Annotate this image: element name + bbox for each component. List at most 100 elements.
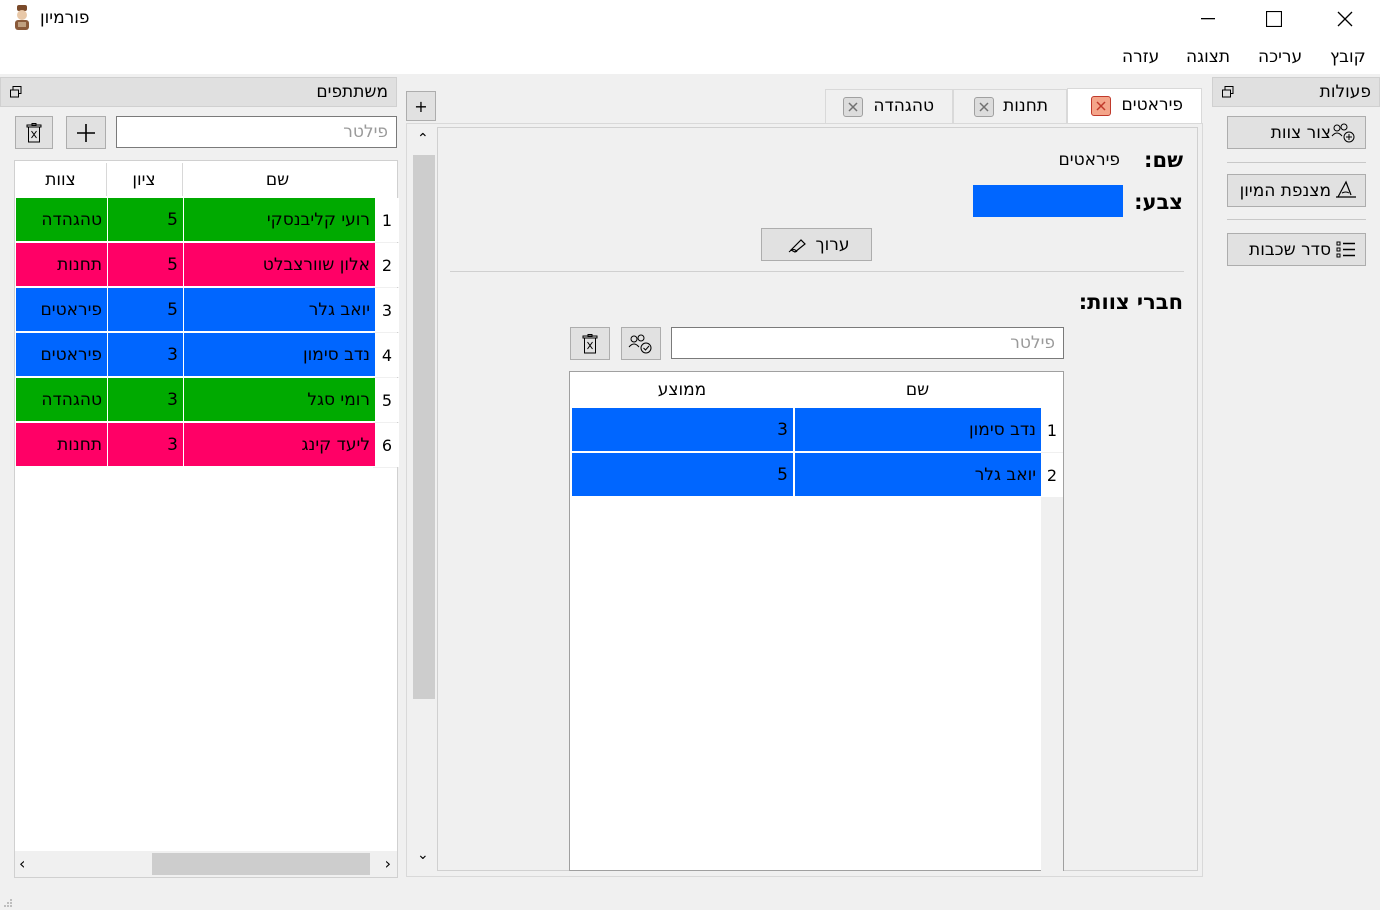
add-member-button[interactable] <box>621 327 661 360</box>
row-number: 5 <box>375 378 399 422</box>
participants-panel-title: משתתפים <box>316 82 388 102</box>
tab-close-icon[interactable] <box>843 97 863 117</box>
maximize-button[interactable] <box>1251 0 1297 38</box>
participant-name-cell[interactable]: יואב גלר <box>184 288 375 332</box>
participant-score-cell[interactable]: 5 <box>108 243 183 287</box>
group-add-icon <box>628 334 652 353</box>
team-name-label: שם: <box>1144 148 1183 172</box>
table-row[interactable]: 2 אלון שוורצבלט 5 תחנות <box>15 243 399 288</box>
team-color-label: צבע: <box>1134 190 1183 214</box>
edit-pen-icon <box>788 238 806 253</box>
menu-view[interactable]: תצוגה <box>1186 47 1230 67</box>
row-number: 1 <box>1041 408 1063 452</box>
row-number: 3 <box>375 288 399 332</box>
participant-team-cell[interactable]: טהגהדה <box>16 198 107 242</box>
edit-team-button[interactable]: ערוך <box>761 228 872 261</box>
menu-help[interactable]: עזרה <box>1122 47 1159 67</box>
participant-score-cell[interactable]: 5 <box>108 288 183 332</box>
table-row[interactable]: 1 נדב סימון 3 <box>570 408 1063 453</box>
participant-name-cell[interactable]: נדב סימון <box>184 333 375 377</box>
actions-panel-title: פעולות <box>1319 82 1371 102</box>
row-number: 4 <box>375 333 399 377</box>
vertical-scrollbar[interactable]: ⌃ ⌄ <box>409 127 437 871</box>
scroll-up-icon[interactable]: ⌃ <box>417 131 429 147</box>
float-panel-icon[interactable] <box>1222 86 1234 98</box>
participant-name-cell[interactable]: ליעד קינג <box>184 423 375 467</box>
actions-panel-header: פעולות <box>1212 77 1380 107</box>
table-row[interactable]: 3 יואב גלר 5 פיראטים <box>15 288 399 333</box>
row-number: 1 <box>375 198 399 242</box>
column-header-name[interactable]: שם <box>182 161 373 198</box>
team-name-value: פיראטים <box>1058 150 1120 170</box>
participant-team-cell[interactable]: תחנות <box>16 423 107 467</box>
participant-name-cell[interactable]: אלון שוורצבלט <box>184 243 375 287</box>
participant-score-cell[interactable]: 3 <box>108 333 183 377</box>
participant-score-cell[interactable]: 3 <box>108 378 183 422</box>
table-row[interactable]: 4 נדב סימון 3 פיראטים <box>15 333 399 378</box>
participant-name-cell[interactable]: רומי סגל <box>184 378 375 422</box>
create-team-label: צור צוות <box>1270 123 1331 143</box>
team-color-swatch[interactable] <box>973 185 1123 217</box>
tab-label: תחנות <box>1003 96 1048 116</box>
team-members-label: חברי צוות: <box>1078 290 1183 314</box>
resize-grip-icon[interactable] <box>3 898 13 908</box>
plus-icon <box>77 123 95 142</box>
tab-stations[interactable]: תחנות <box>953 89 1067 123</box>
scroll-down-icon[interactable]: ⌄ <box>417 847 429 863</box>
column-header-team[interactable]: צוות <box>15 161 106 198</box>
remove-member-button[interactable] <box>570 327 610 360</box>
tab-close-icon[interactable] <box>1091 96 1111 116</box>
scroll-left-icon[interactable]: ‹ <box>19 854 25 873</box>
delete-participant-button[interactable] <box>15 116 53 149</box>
scrollbar-thumb[interactable] <box>152 853 370 875</box>
edit-label: ערוך <box>815 234 850 255</box>
table-row[interactable]: 2 יואב גלר 5 <box>570 453 1063 498</box>
tab-close-icon[interactable] <box>974 97 994 117</box>
column-header-name[interactable]: שם <box>794 372 1041 408</box>
create-team-button[interactable]: צור צוות <box>1227 116 1366 149</box>
wizard-hat-icon <box>1336 180 1356 198</box>
title-bar: פורמיון <box>0 0 1380 40</box>
participant-team-cell[interactable]: תחנות <box>16 243 107 287</box>
menu-file[interactable]: קובץ <box>1330 47 1366 67</box>
horizontal-scrollbar[interactable]: ‹ › <box>15 851 397 877</box>
list-icon <box>1336 241 1355 258</box>
minimize-button[interactable] <box>1185 0 1231 38</box>
maximize-icon <box>1266 11 1282 27</box>
tab-tahagahada[interactable]: טהגהדה <box>825 89 953 123</box>
app-logo-icon <box>15 5 29 30</box>
trash-icon <box>26 122 42 142</box>
tab-content-panel: ⌃ ⌄ שם: פיראטים צבע: ערוך חברי צוות: פיל… <box>406 123 1203 877</box>
table-row[interactable]: 1 רועי קליבנסקי 5 טהגהדה <box>15 198 399 243</box>
table-row[interactable]: 5 רומי סגל 3 טהגהדה <box>15 378 399 423</box>
participants-panel-header: משתתפים <box>0 77 397 107</box>
sorting-hat-button[interactable]: מצנפת המיון <box>1227 174 1366 207</box>
member-average-cell[interactable]: 3 <box>572 408 793 452</box>
participant-score-cell[interactable]: 3 <box>108 423 183 467</box>
participant-team-cell[interactable]: פיראטים <box>16 288 107 332</box>
scroll-right-icon[interactable]: › <box>385 854 391 873</box>
member-average-cell[interactable]: 5 <box>572 453 793 497</box>
column-header-average[interactable]: ממוצע <box>570 372 794 408</box>
add-tab-button[interactable]: + <box>406 91 436 121</box>
member-name-cell[interactable]: יואב גלר <box>795 453 1041 497</box>
menu-bar: קובץ עריכה תצוגה עזרה <box>0 40 1380 74</box>
members-filter-input[interactable]: פילטר <box>671 327 1064 359</box>
menu-edit[interactable]: עריכה <box>1258 47 1302 67</box>
table-row[interactable]: 6 ליעד קינג 3 תחנות <box>15 423 399 468</box>
row-number: 6 <box>375 423 399 467</box>
column-header-score[interactable]: ציון <box>106 161 182 198</box>
participants-filter-input[interactable]: פילטר <box>116 116 397 148</box>
arrange-layers-button[interactable]: סדר שכבות <box>1227 233 1366 266</box>
tab-pirates[interactable]: פיראטים <box>1067 88 1202 124</box>
add-participant-button[interactable] <box>66 116 106 149</box>
participant-score-cell[interactable]: 5 <box>108 198 183 242</box>
member-name-cell[interactable]: נדב סימון <box>795 408 1041 452</box>
participant-team-cell[interactable]: פיראטים <box>16 333 107 377</box>
participant-name-cell[interactable]: רועי קליבנסקי <box>184 198 375 242</box>
participant-team-cell[interactable]: טהגהדה <box>16 378 107 422</box>
close-window-button[interactable] <box>1322 0 1368 38</box>
minimize-icon <box>1201 18 1215 20</box>
float-panel-icon[interactable] <box>10 86 22 98</box>
scrollbar-thumb[interactable] <box>413 155 435 699</box>
